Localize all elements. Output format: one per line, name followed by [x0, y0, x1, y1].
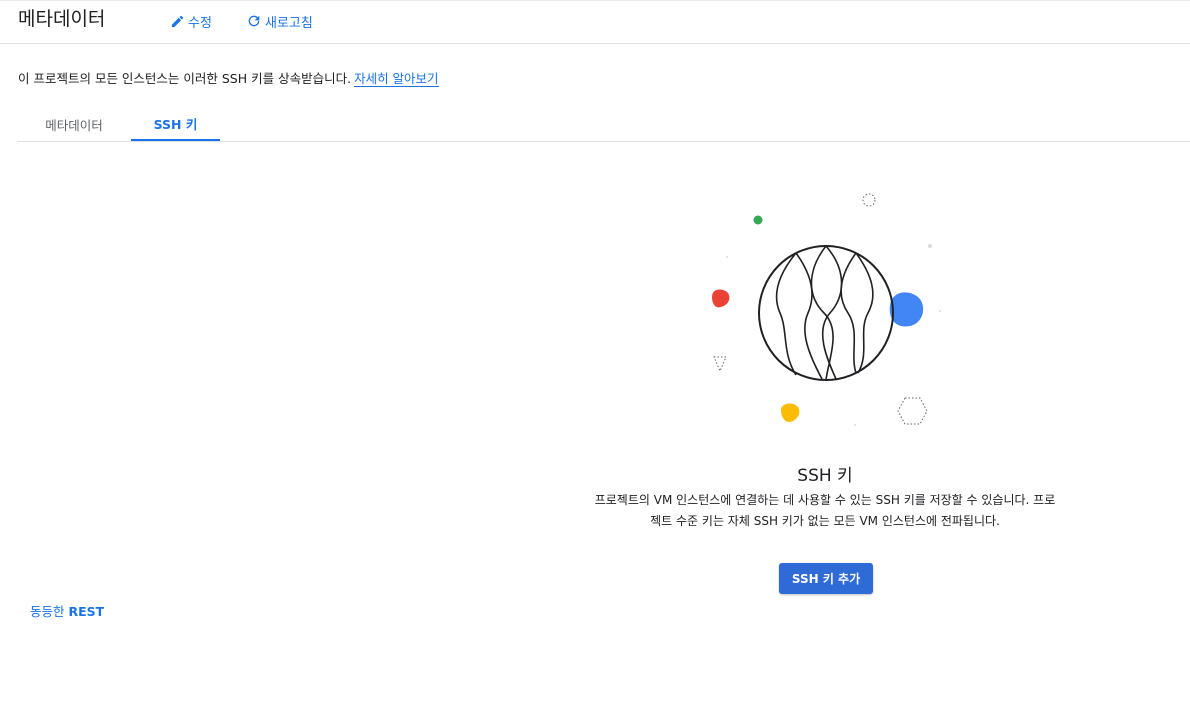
empty-state-title: SSH 키: [797, 466, 853, 486]
rest-suffix: REST: [68, 604, 105, 619]
rest-prefix: 동등한: [30, 604, 65, 619]
learn-more-link[interactable]: 자세히 알아보기: [354, 71, 439, 87]
ssh-keys-illustration: [712, 193, 941, 426]
inheritance-text: 이 프로젝트의 모든 인스턴스는 이러한 SSH 키를 상속받습니다.: [18, 71, 352, 86]
refresh-label: 새로고침: [265, 15, 313, 31]
tab-ssh-keys[interactable]: SSH 키: [131, 108, 220, 141]
equivalent-rest-link[interactable]: 동등한 REST: [30, 601, 104, 620]
edit-button[interactable]: 수정: [170, 10, 212, 32]
add-ssh-key-button[interactable]: SSH 키 추가: [779, 563, 873, 594]
page-title: 메타데이터: [18, 8, 106, 30]
top-toolbar: 메타데이터 수정 새로고침: [0, 0, 1190, 44]
tab-metadata[interactable]: 메타데이터: [17, 108, 131, 141]
inheritance-info: 이 프로젝트의 모든 인스턴스는 이러한 SSH 키를 상속받습니다. 자세히 알…: [18, 70, 439, 88]
edit-label: 수정: [188, 15, 212, 31]
refresh-icon: [248, 15, 260, 27]
pencil-icon: [171, 15, 184, 27]
empty-state-description: 프로젝트의 VM 인스턴스에 연결하는 데 사용할 수 있는 SSH 키를 저장…: [594, 493, 1056, 528]
refresh-button[interactable]: 새로고침: [246, 10, 313, 32]
tab-bar: 메타데이터 SSH 키: [17, 108, 1190, 142]
